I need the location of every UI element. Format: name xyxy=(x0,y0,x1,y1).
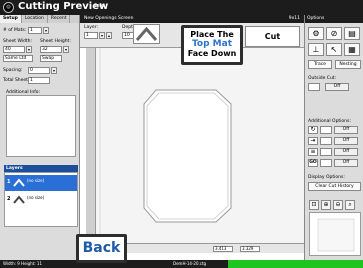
layer-number: 2 xyxy=(7,196,11,202)
rotate-toggle[interactable]: Off xyxy=(334,126,358,134)
spacing-label: Spacing: xyxy=(3,68,23,73)
outside-cut-label: Outside Cut: xyxy=(308,76,337,81)
layer-row-1[interactable]: 1 (no size) xyxy=(5,175,77,191)
sheet-width-field[interactable]: 40 xyxy=(3,46,25,53)
screen-title: New Openings Screen xyxy=(84,16,134,21)
chevron-up-icon xyxy=(13,178,25,187)
grid-icon[interactable]: ▦ xyxy=(344,43,360,56)
tab-setup[interactable]: Setup xyxy=(0,15,22,23)
go-icon: GO xyxy=(308,159,318,167)
num-mats-field[interactable]: 1 xyxy=(28,27,42,34)
lines-icon: ≡ xyxy=(308,148,318,156)
instruction-line-3: Face Down xyxy=(187,49,237,58)
status-filename: DemH-14-20.ctg xyxy=(173,261,207,266)
zoom-in-icon[interactable]: ⊕ xyxy=(321,200,331,210)
coord-x: 3.413 xyxy=(213,246,233,252)
nesting-button[interactable]: Nesting xyxy=(335,60,361,69)
additional-options-label: Additional Options: xyxy=(308,119,351,124)
layer-stepper-down[interactable]: ▾ xyxy=(99,32,105,39)
spacing-stepper[interactable]: ▾ xyxy=(51,67,57,74)
chevron-up-icon xyxy=(13,195,25,204)
split-toggle[interactable]: Off xyxy=(334,137,358,145)
zoom-fit-icon[interactable]: ⊡ xyxy=(309,200,319,210)
sheet-width-stepper[interactable]: ▾ xyxy=(26,46,32,53)
mini-preview xyxy=(309,212,361,256)
cut-button[interactable]: Cut xyxy=(245,26,300,47)
preview-drawing xyxy=(317,218,355,252)
tab-location[interactable]: Location xyxy=(21,15,48,23)
option-indicator xyxy=(320,126,332,134)
tab-recent[interactable]: Recent xyxy=(47,15,71,23)
settings-icon[interactable]: ⚙ xyxy=(308,27,324,40)
display-options-label: Display Options: xyxy=(308,175,345,180)
zoom-reset-icon[interactable]: ⌕ xyxy=(345,200,355,210)
app-logo-icon: ◎ xyxy=(3,2,14,13)
no-entry-icon[interactable]: ⊘ xyxy=(326,27,342,40)
orientation-select[interactable]: Same Ltd xyxy=(3,55,33,62)
option-indicator xyxy=(320,159,332,167)
additional-info-textarea[interactable] xyxy=(6,95,76,157)
pin-icon[interactable]: ⊥ xyxy=(308,43,324,56)
swap-button[interactable]: Swap xyxy=(40,55,62,62)
status-dimensions: Width: 9 Height: 11 xyxy=(3,261,42,266)
outside-cut-indicator xyxy=(308,83,320,91)
vertical-ruler xyxy=(86,48,96,243)
layer-number: 1 xyxy=(7,179,11,185)
zoom-readout: 9x11 xyxy=(288,16,300,21)
option-indicator xyxy=(320,148,332,156)
right-panel: Options ⚙ ⊘ ▤ ⊥ ↖ ▦ Trace Nesting Outsid… xyxy=(304,15,363,260)
chevron-up-icon xyxy=(135,26,158,41)
split-icon: ⇥ xyxy=(308,137,318,145)
status-bar: Width: 9 Height: 11 DemH-14-20.ctg xyxy=(0,260,363,268)
num-mats-stepper[interactable]: ▾ xyxy=(43,27,49,34)
total-sheets-field[interactable]: 1 xyxy=(28,77,50,84)
layer-label: (no size) xyxy=(27,178,45,183)
menu-info[interactable]: Info xyxy=(95,3,104,9)
pointer-icon[interactable]: ↖ xyxy=(326,43,342,56)
status-progress xyxy=(228,260,363,268)
document-icon[interactable]: ▤ xyxy=(344,27,360,40)
title-bar: ◎ Cutting Preview Info xyxy=(0,0,363,15)
go-toggle[interactable]: Off xyxy=(334,159,358,167)
zoom-out-icon[interactable]: ⊖ xyxy=(333,200,343,210)
instruction-line-1: Place The xyxy=(190,30,234,39)
center-header: New Openings Screen 9x11 xyxy=(80,15,304,23)
sheet-width-label: Sheet Width: xyxy=(3,39,33,44)
layer-row-2[interactable]: 2 (no size) xyxy=(5,192,77,208)
sheet-height-field[interactable]: 32 xyxy=(40,46,62,53)
layer-label: (no size) xyxy=(27,195,45,200)
sheet-height-stepper[interactable]: ▾ xyxy=(63,46,69,53)
cutting-canvas[interactable] xyxy=(96,48,304,243)
coord-y: 3.329 xyxy=(240,246,260,252)
up-arrow-button[interactable] xyxy=(133,24,160,44)
sheet-height-label: Sheet Height: xyxy=(40,39,71,44)
left-panel: Setup Location Recent # of Mats: 1 ▾ She… xyxy=(0,15,80,260)
instruction-callout: Place The Top Mat Face Down xyxy=(181,25,243,65)
layer-label: Layer: xyxy=(84,25,98,30)
rotate-icon: ↻ xyxy=(308,126,318,134)
layer-stepper-up[interactable]: ▴ xyxy=(106,32,112,39)
clear-cut-history-button[interactable]: Clear Cut History xyxy=(308,182,361,191)
back-button[interactable]: Back xyxy=(76,234,127,263)
instruction-line-2: Top Mat xyxy=(191,39,233,49)
layers-list: 1 (no size) 2 (no size) xyxy=(4,172,78,227)
layer-field[interactable]: 1 xyxy=(84,32,98,39)
layers-header: Layers xyxy=(4,165,78,172)
num-mats-label: # of Mats: xyxy=(3,28,27,33)
option-indicator xyxy=(320,137,332,145)
lines-toggle[interactable]: Off xyxy=(334,148,358,156)
options-header: Options xyxy=(305,15,363,23)
spacing-field[interactable]: 0 xyxy=(28,67,50,74)
trace-button[interactable]: Trace xyxy=(308,60,332,69)
outside-cut-toggle[interactable]: Off xyxy=(325,83,349,91)
mat-outline-drawing xyxy=(99,48,232,243)
left-tabs: Setup Location Recent xyxy=(0,15,79,23)
